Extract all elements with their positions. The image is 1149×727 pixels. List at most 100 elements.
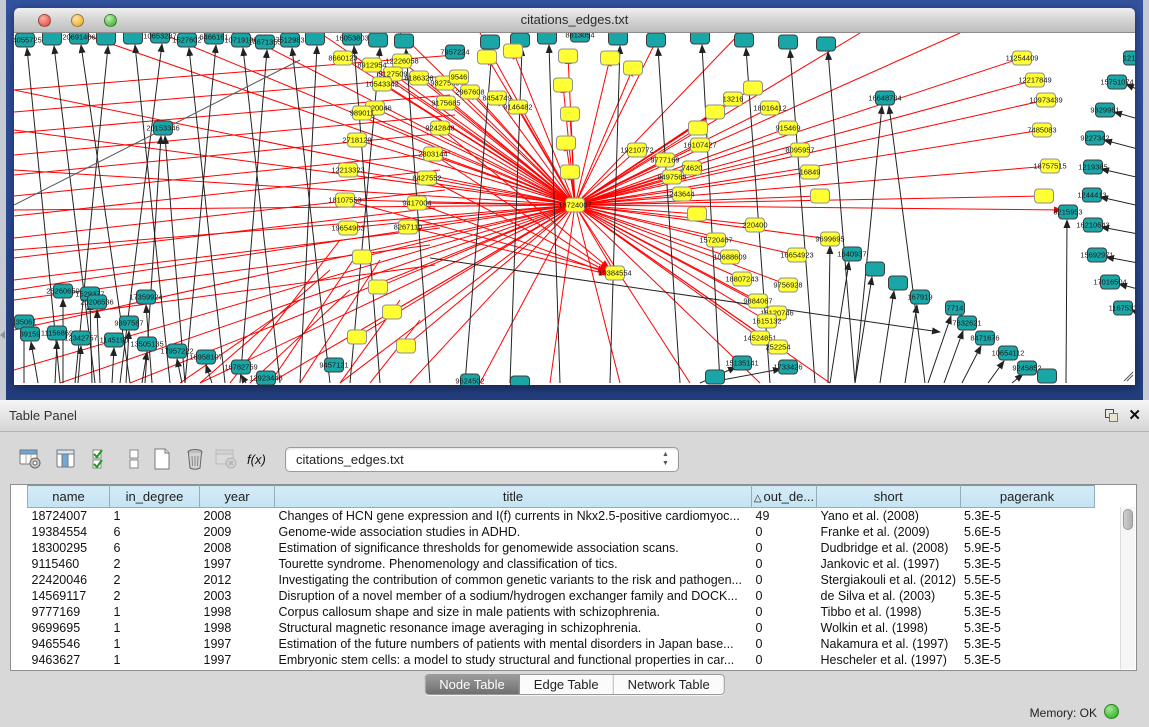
- graph-node[interactable]: [744, 81, 763, 95]
- graph-node[interactable]: 14055725: [14, 33, 42, 47]
- graph-node[interactable]: [647, 33, 666, 47]
- table-cell[interactable]: 0: [752, 556, 817, 572]
- graph-node[interactable]: [504, 44, 523, 58]
- graph-node[interactable]: 1219385: [1078, 160, 1107, 174]
- table-cell[interactable]: Dudbridge et al. (2008): [817, 540, 961, 556]
- graph-node[interactable]: 17359924: [129, 290, 162, 304]
- table-cell[interactable]: 1997: [200, 636, 275, 652]
- graph-edge[interactable]: [270, 205, 575, 383]
- graph-node[interactable]: 9884067: [743, 294, 772, 308]
- close-window-icon[interactable]: [38, 14, 51, 27]
- table-row[interactable]: 946362711997Embryonic stem cells: a mode…: [28, 652, 1095, 668]
- table-cell[interactable]: 1998: [200, 604, 275, 620]
- table-cell[interactable]: Hescheler et al. (1997): [817, 652, 961, 668]
- graph-node[interactable]: [306, 33, 325, 45]
- graph-node[interactable]: 1527602: [172, 33, 201, 47]
- clear-selection-icon[interactable]: [120, 444, 148, 474]
- graph-edge[interactable]: [14, 95, 450, 133]
- graph-node[interactable]: 9624502: [455, 374, 484, 385]
- graph-node[interactable]: [609, 33, 628, 45]
- table-scroll-area[interactable]: namein_degreeyeartitle△out_de...shortpag…: [27, 485, 1105, 670]
- graph-edge[interactable]: [828, 246, 830, 383]
- table-cell[interactable]: de Silva et al. (2003): [817, 588, 961, 604]
- table-cell[interactable]: 0: [752, 636, 817, 652]
- table-header[interactable]: namein_degreeyeartitle△out_de...shortpag…: [28, 486, 1095, 508]
- close-panel-icon[interactable]: ✕: [1128, 406, 1141, 424]
- graph-node[interactable]: [706, 370, 725, 384]
- graph-node[interactable]: [369, 280, 388, 294]
- graph-node[interactable]: 74620: [682, 161, 703, 175]
- table-cell[interactable]: 0: [752, 652, 817, 668]
- graph-node[interactable]: 10688609: [713, 250, 746, 264]
- graph-node[interactable]: [811, 189, 830, 203]
- graph-edge[interactable]: [830, 262, 849, 383]
- table-cell[interactable]: 0: [752, 620, 817, 636]
- graph-edge[interactable]: [962, 346, 981, 383]
- table-cell[interactable]: 2009: [200, 524, 275, 540]
- table-cell[interactable]: 5.3E-5: [960, 556, 1094, 572]
- graph-node[interactable]: [43, 33, 62, 45]
- table-cell[interactable]: 1: [110, 620, 200, 636]
- graph-edge[interactable]: [944, 331, 963, 383]
- graph-edge[interactable]: [575, 58, 610, 205]
- table-cell[interactable]: Franke et al. (2009): [817, 524, 961, 540]
- graph-edge[interactable]: [575, 68, 633, 205]
- column-header-title[interactable]: title: [275, 486, 752, 508]
- graph-node[interactable]: [866, 262, 885, 276]
- table-row[interactable]: 1872400712008Changes of HCN gene express…: [28, 508, 1095, 524]
- graph-node[interactable]: 243644: [669, 187, 694, 201]
- graph-node[interactable]: [689, 121, 708, 135]
- table-cell[interactable]: 0: [752, 524, 817, 540]
- graph-node[interactable]: 16849: [800, 165, 821, 179]
- graph-edge[interactable]: [1066, 220, 1067, 383]
- table-cell[interactable]: 1: [110, 652, 200, 668]
- graph-node[interactable]: [889, 276, 908, 290]
- graph-node[interactable]: 8095957: [785, 143, 814, 157]
- graph-node[interactable]: 220400: [742, 218, 767, 232]
- table-cell[interactable]: 0: [752, 572, 817, 588]
- table-cell[interactable]: Wolkin et al. (1998): [817, 620, 961, 636]
- graph-node[interactable]: 7957224: [440, 45, 469, 59]
- graph-node[interactable]: 9146482: [503, 100, 532, 114]
- table-cell[interactable]: Genome-wide association studies in ADHD.: [275, 524, 752, 540]
- graph-node[interactable]: 9417004: [402, 196, 431, 210]
- tab-node-table[interactable]: Node Table: [425, 675, 520, 694]
- graph-node[interactable]: 9242848: [425, 121, 454, 135]
- graph-node[interactable]: 9329961: [1090, 103, 1119, 117]
- graph-node[interactable]: 1615132: [752, 314, 781, 328]
- graph-node[interactable]: [554, 78, 573, 92]
- graph-node[interactable]: 16107427: [683, 138, 716, 152]
- graph-edge[interactable]: [135, 45, 170, 383]
- table-cell[interactable]: 0: [752, 604, 817, 620]
- table-cell[interactable]: Structural magnetic resonance image aver…: [275, 620, 752, 636]
- graph-node[interactable]: 915469: [775, 121, 800, 135]
- graph-edge[interactable]: [14, 205, 575, 210]
- table-cell[interactable]: Nakamura et al. (1997): [817, 636, 961, 652]
- graph-node[interactable]: 1167533: [1109, 301, 1135, 315]
- column-header-pagerank[interactable]: pagerank: [960, 486, 1094, 508]
- graph-node[interactable]: 1244413: [1077, 188, 1106, 202]
- graph-node[interactable]: 1640937: [837, 247, 866, 261]
- table-row[interactable]: 977716911998Corpus callosum shape and si…: [28, 604, 1095, 620]
- table-cell[interactable]: 0: [752, 540, 817, 556]
- network-graph-canvas[interactable]: 1405572520691406106532871527602646616110…: [14, 33, 1135, 385]
- table-cell[interactable]: 5.9E-5: [960, 540, 1094, 556]
- graph-node[interactable]: [691, 33, 710, 44]
- graph-edge[interactable]: [549, 45, 560, 383]
- memory-status-indicator[interactable]: [1104, 704, 1119, 719]
- graph-node[interactable]: 9397587: [114, 316, 143, 330]
- graph-node[interactable]: 7632621: [952, 316, 981, 330]
- table-cell[interactable]: 2003: [200, 588, 275, 604]
- graph-edge[interactable]: [889, 106, 925, 383]
- graph-node[interactable]: 39159: [20, 327, 41, 341]
- graph-node[interactable]: [706, 105, 725, 119]
- table-cell[interactable]: 2: [110, 556, 200, 572]
- table-cell[interactable]: Corpus callosum shape and size in male p…: [275, 604, 752, 620]
- table-row[interactable]: 2242004622012Investigating the contribut…: [28, 572, 1095, 588]
- table-cell[interactable]: 1: [110, 636, 200, 652]
- graph-node[interactable]: [779, 35, 798, 49]
- graph-node[interactable]: 13216: [723, 92, 744, 106]
- graph-node[interactable]: [688, 207, 707, 221]
- graph-node[interactable]: 16648784: [868, 91, 901, 105]
- graph-edge[interactable]: [1127, 375, 1133, 381]
